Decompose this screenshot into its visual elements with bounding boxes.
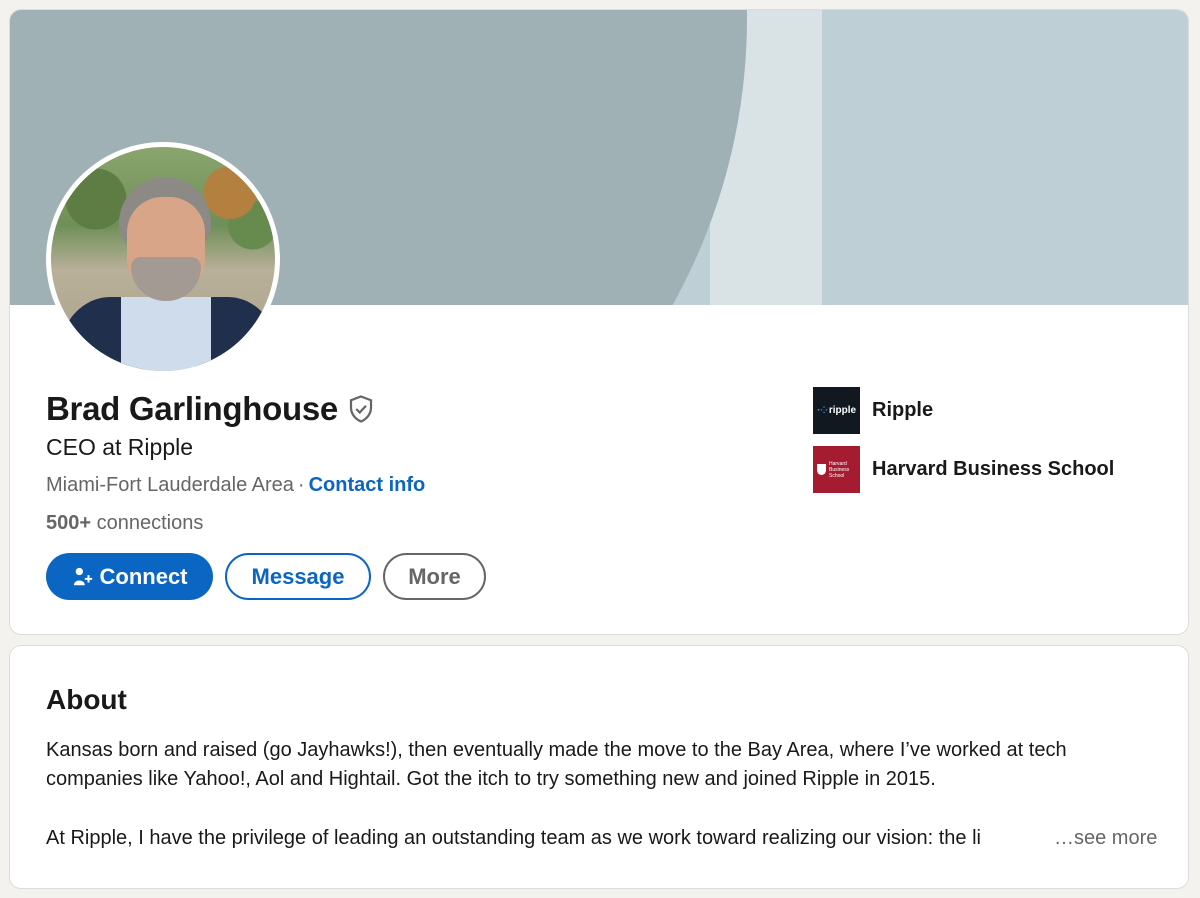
avatar-photo (51, 147, 275, 371)
see-more-button[interactable]: …see more (1050, 824, 1158, 853)
contact-info-link[interactable]: Contact info (309, 474, 426, 496)
message-label: Message (251, 563, 345, 589)
harvard-logo: Harvard Business School (813, 446, 860, 493)
message-button[interactable]: Message (225, 553, 371, 600)
connect-label: Connect (99, 563, 188, 589)
connect-button[interactable]: Connect (46, 553, 213, 600)
ripple-logo: ⋅⁘ ripple (813, 387, 860, 434)
ripple-logo-text: ripple (828, 405, 857, 416)
ripple-mark-icon: ⋅⁘ (816, 405, 828, 415)
side-item-ripple[interactable]: ⋅⁘ ripple Ripple (813, 387, 1114, 434)
name-row: Brad Garlinghouse (46, 390, 376, 428)
photo-shirt (121, 297, 211, 371)
avatar[interactable] (46, 142, 280, 376)
add-person-icon (73, 567, 92, 585)
experience-education-list: ⋅⁘ ripple Ripple Harvard Business School … (813, 387, 1114, 505)
profile-name: Brad Garlinghouse (46, 390, 338, 427)
harvard-logo-text: Harvard Business School (829, 460, 850, 479)
profile-headline: CEO at Ripple (46, 434, 194, 460)
about-paragraph-1: Kansas born and raised (go Jayhawks!), t… (46, 739, 1067, 790)
about-title: About (46, 684, 127, 715)
more-label: More (408, 563, 461, 589)
connections-label: connections (96, 512, 204, 534)
separator-dot: · (297, 474, 305, 496)
about-paragraph-2: At Ripple, I have the privilege of leadi… (46, 827, 981, 849)
side-item-label: Harvard Business School (872, 458, 1115, 480)
profile-card: Brad Garlinghouse CEO at Ripple Miami-Fo… (9, 9, 1189, 635)
about-card: About Kansas born and raised (go Jayhawk… (9, 645, 1189, 889)
location-row: Miami-Fort Lauderdale Area · Contact info (46, 474, 425, 497)
connections-number: 500+ (46, 512, 92, 534)
more-button[interactable]: More (383, 553, 486, 600)
profile-location: Miami-Fort Lauderdale Area (46, 474, 294, 496)
connections-count[interactable]: 500+ connections (46, 512, 203, 535)
shield-check-icon[interactable] (346, 394, 376, 424)
photo-beard (131, 257, 201, 301)
side-item-harvard[interactable]: Harvard Business School Harvard Business… (813, 446, 1114, 493)
side-item-label: Ripple (872, 399, 934, 421)
harvard-shield-icon (817, 464, 826, 475)
